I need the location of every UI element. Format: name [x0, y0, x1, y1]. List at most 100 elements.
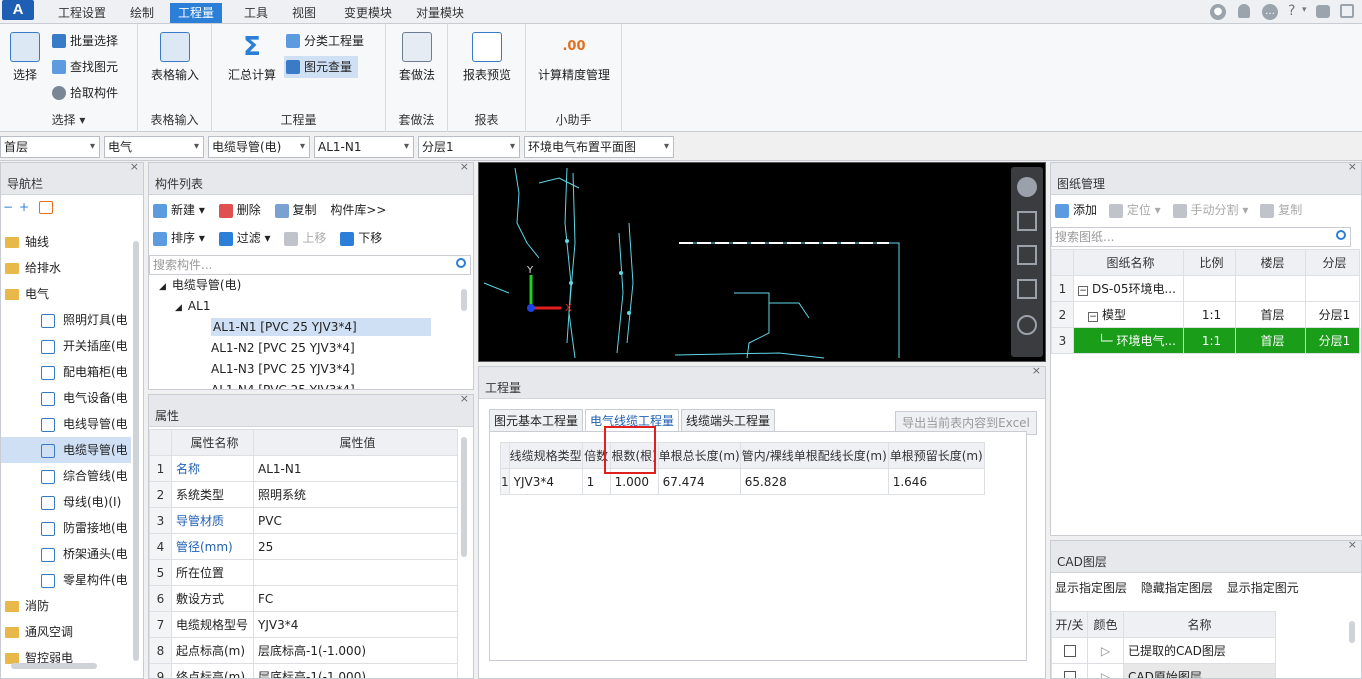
property-value[interactable]	[253, 559, 458, 586]
bell-icon[interactable]	[1238, 4, 1250, 18]
tree-node[interactable]: AL1-N1 [PVC 25 YJV3*4]	[149, 317, 459, 338]
nav-item[interactable]: 给排水	[1, 255, 131, 281]
layer-select[interactable]: 分层1	[418, 136, 520, 158]
copy-button[interactable]: 复制	[274, 203, 317, 218]
search-icon[interactable]	[456, 258, 466, 268]
new-button[interactable]: 新建 ▾	[153, 203, 205, 218]
table-row[interactable]: ▷ CAD原始图层	[1051, 663, 1276, 679]
close-icon[interactable]: ×	[460, 395, 469, 405]
select-button[interactable]: 选择	[6, 32, 44, 83]
table-row[interactable]: 5 所在位置	[149, 559, 458, 586]
property-value[interactable]: 层底标高-1(-1.000)	[253, 637, 458, 664]
ribbon-group-label[interactable]: 选择 ▾	[0, 111, 137, 128]
menu-item[interactable]: 变更模块	[336, 3, 400, 23]
nav-item[interactable]: 零星构件(电	[1, 567, 131, 593]
nav-item[interactable]: 母线(电)(I)	[1, 489, 131, 515]
nav-item[interactable]: 桥架通头(电	[1, 541, 131, 567]
tree-node[interactable]: AL1-N4 [PVC 25 YJV3*4]	[149, 380, 459, 389]
layer-toggle-checkbox[interactable]	[1063, 671, 1076, 678]
nav-scrollbar[interactable]	[133, 241, 139, 661]
menu-item[interactable]: 工程量	[170, 3, 223, 23]
tree-node[interactable]: ◢ 电缆导管(电)	[149, 275, 459, 296]
quantity-tab[interactable]: 线缆端头工程量	[681, 409, 776, 431]
find-element-button[interactable]: 查找图元	[50, 56, 118, 78]
property-value[interactable]: 层底标高-1(-1.000)	[253, 663, 458, 678]
component-scrollbar[interactable]	[461, 289, 467, 311]
nav-item[interactable]: 电气	[1, 281, 131, 307]
batch-select-button[interactable]: 批量选择	[50, 30, 118, 52]
pick-component-button[interactable]: 拾取构件	[50, 82, 118, 104]
search-icon[interactable]	[1336, 230, 1346, 240]
library-button[interactable]: 构件库>>	[330, 203, 386, 217]
table-row[interactable]: 1 YJV3*4 1 1.000 67.474 65.828 1.646	[500, 468, 985, 495]
expand-arrow-icon[interactable]: ▷	[1101, 670, 1110, 679]
nav-item[interactable]: 通风空调	[1, 619, 131, 645]
menu-item[interactable]: 对量模块	[408, 3, 472, 23]
table-row[interactable]: 1− DS-05环境电...	[1051, 275, 1360, 302]
tree-node[interactable]: AL1-N3 [PVC 25 YJV3*4]	[149, 359, 459, 380]
collapse-icon[interactable]: −	[3, 200, 13, 214]
shirt-icon[interactable]	[1316, 5, 1330, 18]
quantity-tab[interactable]: 图元基本工程量	[489, 409, 584, 431]
close-icon[interactable]: ×	[460, 163, 469, 173]
apply-method-button[interactable]: 套做法	[390, 32, 444, 83]
menu-item[interactable]: 绘制	[122, 3, 162, 23]
precision-manage-button[interactable]: .00 计算精度管理	[530, 32, 618, 83]
property-value[interactable]: 25	[253, 533, 458, 560]
nav-item[interactable]: 电线导管(电	[1, 411, 131, 437]
manual-split-button[interactable]: 手动分割 ▾	[1172, 203, 1248, 218]
summary-calc-button[interactable]: Σ 汇总计算	[222, 32, 282, 83]
add-drawing-button[interactable]: 添加	[1055, 203, 1097, 218]
delete-button[interactable]: 删除	[218, 203, 261, 218]
table-row[interactable]: 7 电缆规格型号 YJV3*4	[149, 611, 458, 638]
close-icon[interactable]: ×	[1348, 163, 1357, 173]
expand-arrow-icon[interactable]: ◢	[159, 282, 166, 292]
expand-icon[interactable]: +	[19, 200, 29, 214]
component-type-select[interactable]: 电缆导管(电)	[208, 136, 310, 158]
orbit-icon[interactable]	[1017, 177, 1037, 197]
help-dropdown-icon[interactable]: ▾	[1302, 5, 1307, 15]
move-up-button[interactable]: 上移	[284, 231, 326, 246]
drawing-select[interactable]: 环境电气布置平面图	[524, 136, 674, 158]
app-logo-icon[interactable]: A	[2, 0, 34, 20]
table-row[interactable]: 1 名称 AL1-N1	[149, 455, 458, 482]
table-row[interactable]: 4 管径(mm) 25	[149, 533, 458, 560]
nav-item[interactable]: 电气设备(电	[1, 385, 131, 411]
discipline-select[interactable]: 电气	[104, 136, 204, 158]
copy-drawing-button[interactable]: 复制	[1260, 203, 1302, 218]
close-icon[interactable]: ×	[1032, 367, 1041, 377]
show-element-button[interactable]: 显示指定图元	[1227, 581, 1299, 595]
3d-view-icon[interactable]	[1017, 211, 1037, 231]
properties-scrollbar[interactable]	[461, 437, 467, 557]
table-row[interactable]: 8 起点标高(m) 层底标高-1(-1.000)	[149, 637, 458, 664]
element-quantity-button[interactable]: 图元查量	[284, 56, 359, 78]
table-row[interactable]: 6 敷设方式 FC	[149, 585, 458, 612]
menu-item[interactable]: 工程设置	[50, 3, 114, 23]
chat-icon[interactable]: …	[1262, 4, 1278, 20]
locate-button[interactable]: 定位 ▾	[1108, 203, 1161, 218]
sort-button[interactable]: 排序 ▾	[153, 231, 205, 246]
table-input-button[interactable]: 表格输入	[146, 32, 204, 83]
table-row[interactable]: 3 └─ 环境电气... 1:1 首层 分层1	[1051, 327, 1360, 354]
drawing-viewport[interactable]: Y X	[478, 162, 1046, 362]
hide-layer-button[interactable]: 隐藏指定图层	[1141, 581, 1213, 595]
nav-item[interactable]: 轴线	[1, 229, 131, 255]
move-down-button[interactable]: 下移	[340, 231, 382, 246]
front-view-icon[interactable]	[1017, 279, 1037, 299]
cad-scrollbar[interactable]	[1349, 621, 1355, 643]
property-value[interactable]: 照明系统	[253, 481, 458, 508]
collapse-icon[interactable]: −	[1088, 312, 1098, 322]
nav-hscrollbar[interactable]	[11, 663, 97, 669]
property-value[interactable]: PVC	[253, 507, 458, 534]
layer-toggle-checkbox[interactable]	[1063, 645, 1076, 657]
table-row[interactable]: 9 终点标高(m) 层底标高-1(-1.000)	[149, 663, 458, 678]
classified-quantity-button[interactable]: 分类工程量	[284, 30, 364, 52]
expand-arrow-icon[interactable]: ▷	[1101, 644, 1110, 658]
nav-item[interactable]: 防雷接地(电	[1, 515, 131, 541]
menu-item[interactable]: 视图	[284, 3, 324, 23]
component-select[interactable]: AL1-N1	[314, 136, 414, 158]
floor-select[interactable]: 首层	[0, 136, 100, 158]
help-icon[interactable]: ?	[1288, 3, 1295, 19]
nav-item[interactable]: 照明灯具(电	[1, 307, 131, 333]
component-search-input[interactable]: 搜索构件...	[149, 255, 471, 275]
